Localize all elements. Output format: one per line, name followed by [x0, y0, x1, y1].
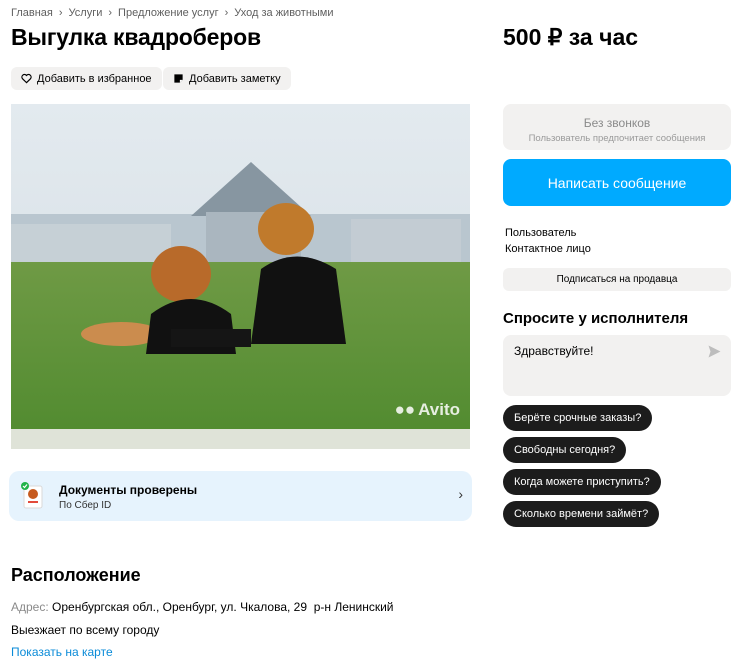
no-calls-notice: Без звонков Пользователь предпочитает со… — [503, 104, 731, 150]
price: 500 ₽ за час — [503, 24, 639, 50]
breadcrumb-pet-care[interactable]: Уход за животными — [234, 7, 333, 19]
avito-logo-icon: ●● — [394, 400, 416, 419]
listing-photo[interactable]: ●● Avito — [11, 104, 470, 449]
location-heading: Расположение — [11, 565, 141, 585]
add-favorite-button[interactable]: Добавить в избранное — [11, 67, 162, 90]
travel-area: Выезжает по всему городу — [11, 623, 160, 637]
chevron-right-icon: › — [58, 7, 63, 19]
ask-message-input[interactable]: Здравствуйте! — [503, 335, 731, 396]
show-on-map-link[interactable]: Показать на карте — [11, 645, 113, 659]
quick-question-start[interactable]: Когда можете приступить? — [503, 469, 661, 495]
quick-question-duration[interactable]: Сколько времени займёт? — [503, 501, 660, 527]
address: Адрес: Оренбургская обл., Оренбург, ул. … — [11, 600, 393, 614]
ask-message-text: Здравствуйте! — [514, 344, 594, 358]
quick-question-today[interactable]: Свободны сегодня? — [503, 437, 627, 463]
no-calls-subtitle: Пользователь предпочитает сообщения — [528, 133, 706, 144]
documents-verified-title: Документы проверены — [59, 483, 198, 497]
address-district: р-н Ленинский — [313, 600, 394, 614]
chevron-right-icon: › — [458, 486, 463, 502]
subscribe-seller-button[interactable]: Подписаться на продавца — [503, 268, 731, 291]
photo-image — [11, 104, 470, 449]
ask-heading: Спросите у исполнителя — [503, 310, 689, 327]
chevron-right-icon: › — [108, 7, 113, 19]
heart-icon — [21, 73, 32, 84]
avito-watermark: ●● Avito — [394, 400, 460, 419]
breadcrumb-offers[interactable]: Предложение услуг — [118, 7, 219, 19]
write-message-button[interactable]: Написать сообщение — [503, 159, 731, 206]
add-favorite-label: Добавить в избранное — [37, 72, 152, 85]
breadcrumb-services[interactable]: Услуги — [69, 7, 103, 19]
add-note-label: Добавить заметку — [189, 72, 281, 85]
chevron-right-icon: › — [224, 7, 229, 19]
quick-question-urgent[interactable]: Берёте срочные заказы? — [503, 405, 653, 431]
documents-verified-subtitle: По Сбер ID — [59, 500, 112, 511]
breadcrumb: Главная › Услуги › Предложение услуг › У… — [11, 7, 334, 19]
seller-info: Пользователь Контактное лицо — [505, 225, 591, 257]
seller-role: Контактное лицо — [505, 243, 591, 255]
add-note-button[interactable]: Добавить заметку — [163, 67, 291, 90]
breadcrumb-home[interactable]: Главная — [11, 7, 53, 19]
note-icon — [174, 74, 183, 83]
document-check-icon — [21, 482, 43, 509]
no-calls-title: Без звонков — [583, 116, 651, 130]
page-title: Выгулка квадроберов — [11, 24, 261, 50]
address-value: Оренбургская обл., Оренбург, ул. Чкалова… — [52, 600, 308, 614]
seller-name[interactable]: Пользователь — [505, 225, 591, 241]
documents-verified-banner[interactable]: Документы проверены По Сбер ID › — [9, 471, 472, 521]
send-icon[interactable] — [708, 345, 721, 358]
address-label: Адрес: — [11, 600, 49, 614]
